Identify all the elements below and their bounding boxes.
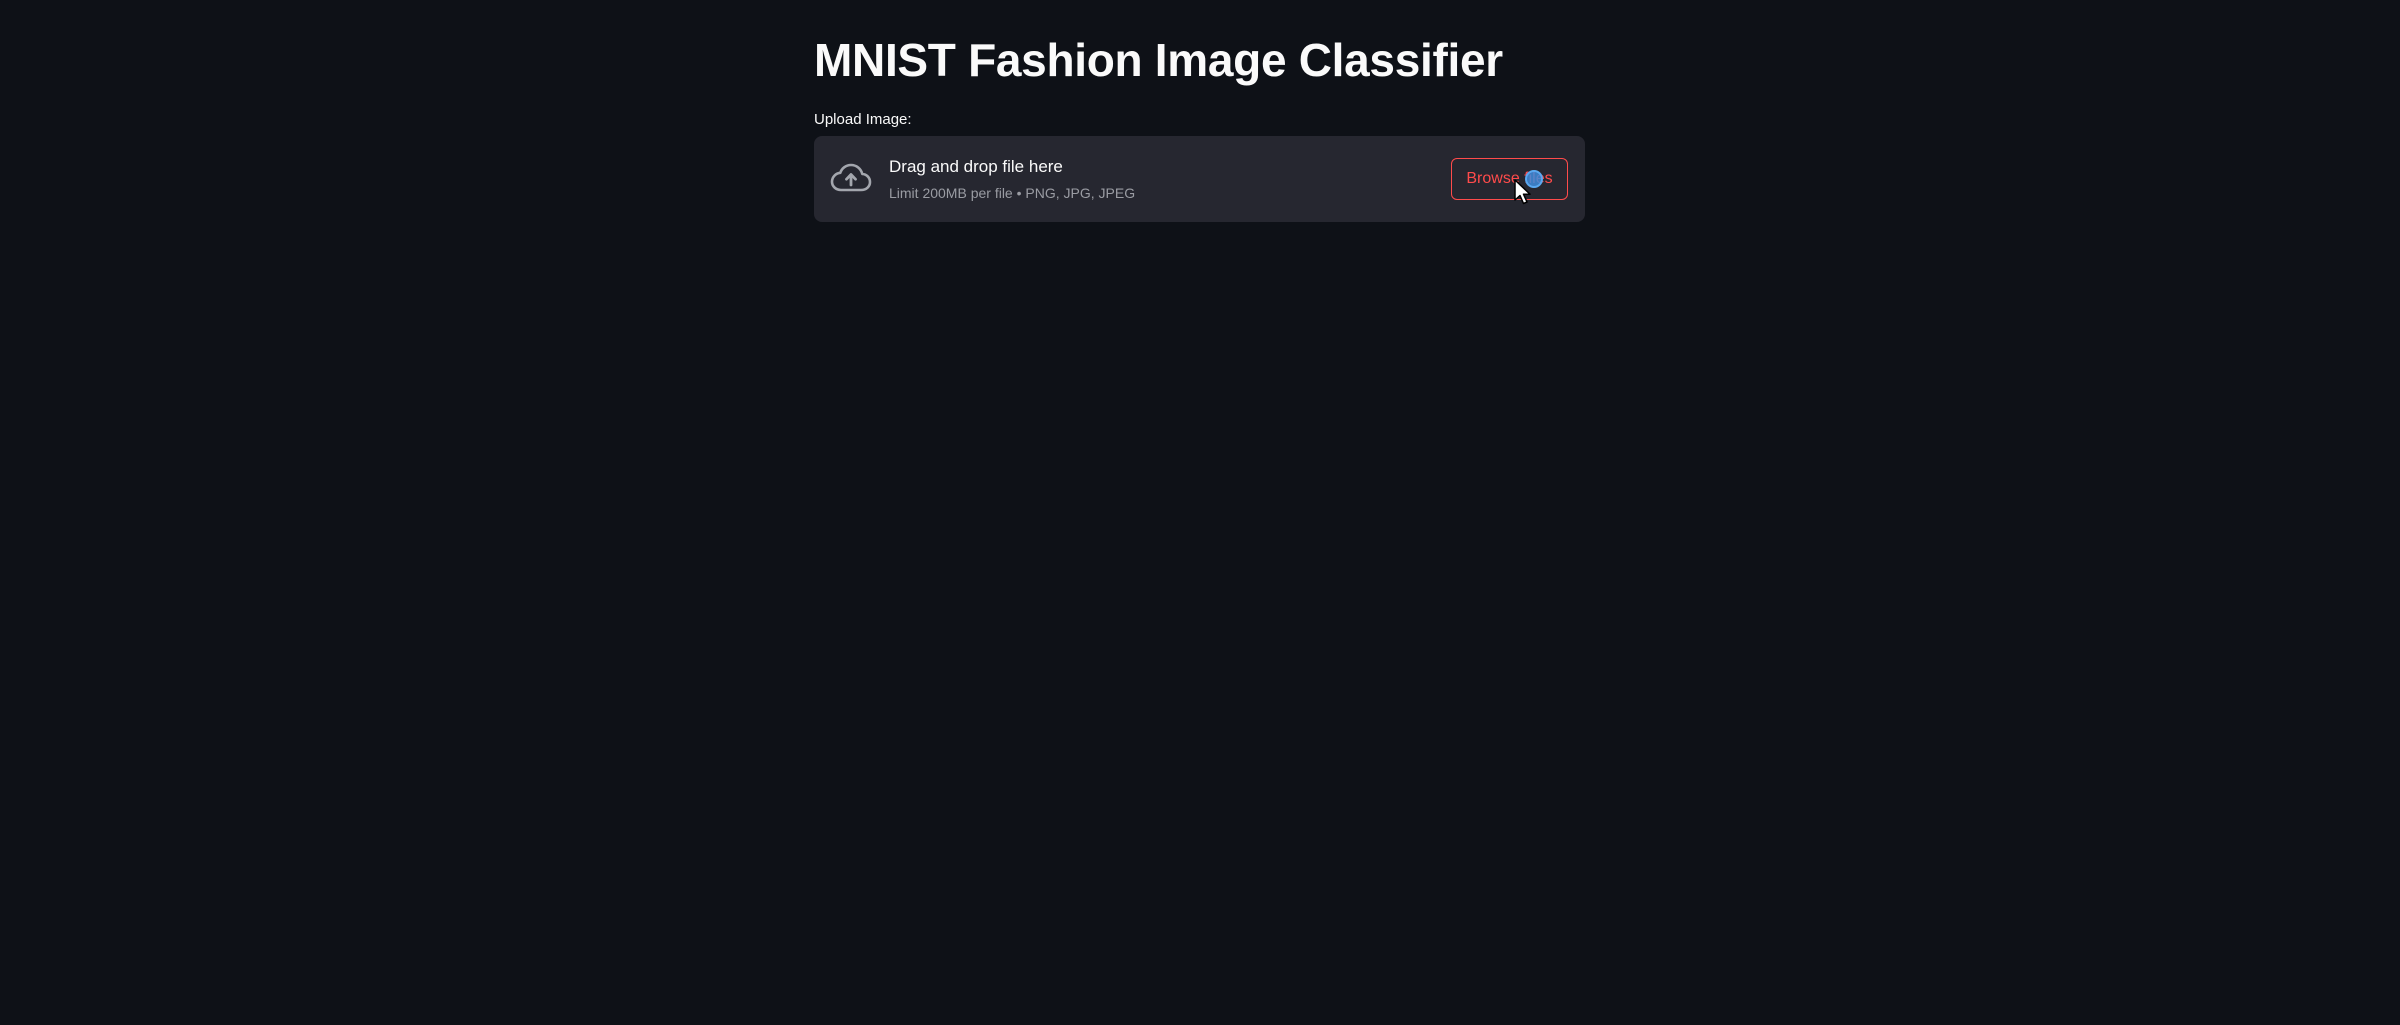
dropzone-title: Drag and drop file here xyxy=(889,157,1063,176)
dropzone-limit-text: Limit 200MB per file • PNG, JPG, JPEG xyxy=(889,185,1136,201)
file-dropzone[interactable]: Drag and drop file here Limit 200MB per … xyxy=(814,136,1585,222)
browse-files-button[interactable]: Browse files xyxy=(1451,158,1568,200)
cloud-upload-icon xyxy=(830,159,872,199)
dropzone-instructions: Drag and drop file here Limit 200MB per … xyxy=(889,156,1135,202)
page-title: MNIST Fashion Image Classifier xyxy=(814,34,1503,86)
app-page: MNIST Fashion Image Classifier Upload Im… xyxy=(0,0,2400,1025)
upload-label: Upload Image: xyxy=(814,111,912,128)
